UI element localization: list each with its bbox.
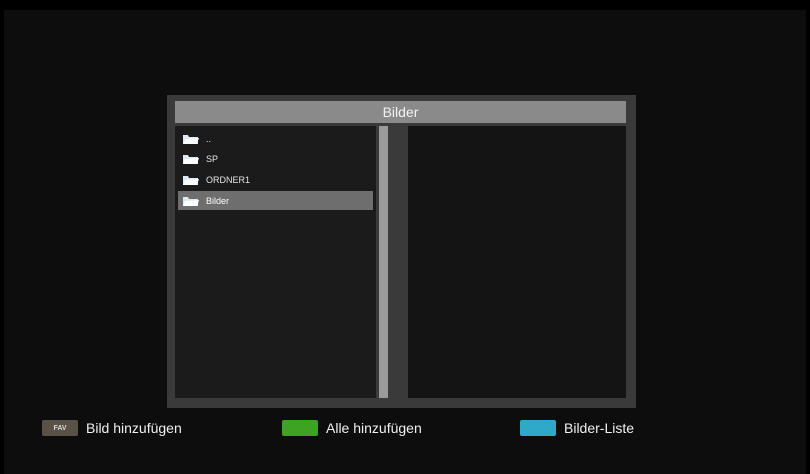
fav-key-button[interactable]: FAV	[42, 420, 78, 436]
list-scrollbar[interactable]	[379, 126, 388, 398]
list-item-ordner1[interactable]: ORDNER1	[178, 170, 373, 189]
list-item-label: Bilder	[206, 195, 230, 206]
list-item-parent[interactable]: ..	[178, 129, 373, 148]
folder-icon	[183, 134, 199, 144]
folder-icon	[183, 196, 199, 206]
file-list: .. SP ORDNER1 Bilder	[175, 126, 376, 398]
legend-green[interactable]: Alle hinzufügen	[282, 417, 422, 439]
cyan-key-label: Bilder-Liste	[564, 420, 635, 436]
preview-pane	[408, 126, 626, 398]
list-item-label: SP	[206, 153, 219, 164]
cyan-key-button[interactable]	[520, 420, 556, 436]
folder-icon	[183, 154, 199, 164]
green-key-button[interactable]	[282, 420, 318, 436]
green-key-label: Alle hinzufügen	[326, 420, 422, 436]
legend-fav[interactable]: FAV Bild hinzufügen	[42, 417, 182, 439]
legend-cyan[interactable]: Bilder-Liste	[520, 417, 634, 439]
dialog-title: Bilder	[175, 101, 626, 123]
list-item-label: ORDNER1	[206, 174, 251, 185]
image-browser-dialog: Bilder .. SP ORDNER1 Bilder	[167, 95, 636, 408]
list-item-label: ..	[206, 133, 212, 144]
list-item-sp[interactable]: SP	[178, 149, 373, 168]
list-item-bilder[interactable]: Bilder	[178, 191, 373, 210]
fav-key-label: Bild hinzufügen	[86, 420, 182, 436]
folder-icon	[183, 175, 199, 185]
